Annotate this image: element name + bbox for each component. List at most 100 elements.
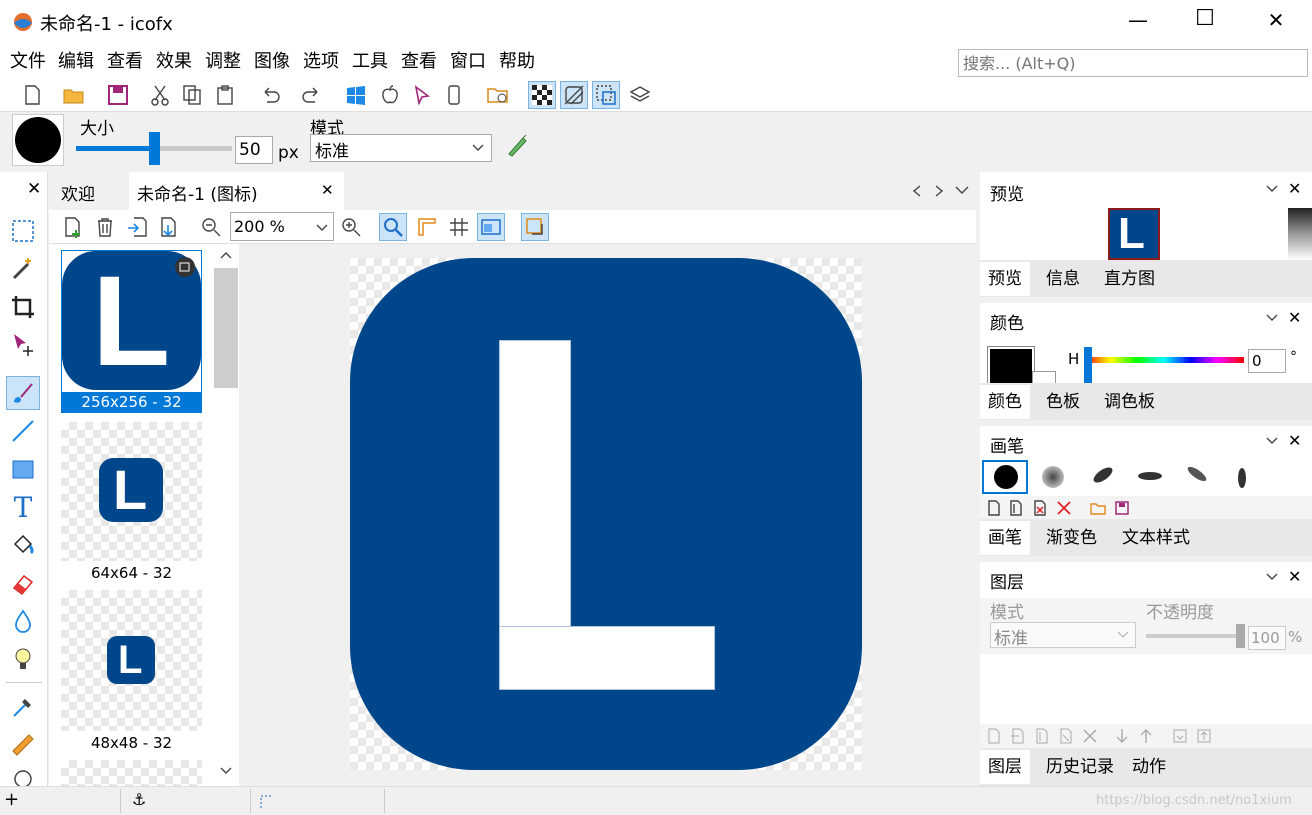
brush-preset-vertical[interactable]	[1238, 468, 1246, 488]
layer-mode-select[interactable]: 标准	[990, 622, 1136, 649]
thumbnail-scrollbar[interactable]	[212, 244, 239, 786]
import-layer-icon[interactable]	[1010, 728, 1026, 744]
hue-input[interactable]	[1248, 349, 1286, 373]
brush-tool-icon[interactable]	[6, 376, 40, 410]
hue-slider[interactable]	[1084, 357, 1244, 363]
layer-properties-icon[interactable]	[1172, 728, 1188, 744]
magic-wand-tool-icon[interactable]	[6, 252, 40, 286]
move-tool-icon[interactable]	[6, 328, 40, 362]
size-input[interactable]	[235, 136, 273, 164]
eraser-tool-icon[interactable]	[6, 566, 40, 600]
preview-collapse-icon[interactable]	[1265, 184, 1279, 194]
delete-layer-icon[interactable]	[1082, 728, 1098, 744]
apple-icon[interactable]	[376, 81, 404, 109]
delete-brush-file-icon[interactable]	[1032, 500, 1048, 516]
tab-scroll-left-icon[interactable]	[911, 184, 923, 198]
tab-preview[interactable]: 预览	[980, 262, 1030, 296]
delete-image-icon[interactable]	[91, 213, 119, 241]
save-icon[interactable]	[104, 81, 132, 109]
toolpanel-close-icon[interactable]: ✕	[27, 179, 41, 199]
tab-history[interactable]: 历史记录	[1038, 750, 1122, 784]
primary-color-swatch[interactable]	[987, 346, 1035, 386]
tab-welcome[interactable]: 欢迎	[61, 180, 95, 205]
add-image-icon[interactable]	[59, 213, 87, 241]
tab-text-style[interactable]: 文本样式	[1114, 521, 1198, 555]
paint-bucket-tool-icon[interactable]	[6, 528, 40, 562]
close-button[interactable]: ✕	[1264, 8, 1288, 32]
dodge-burn-tool-icon[interactable]	[6, 642, 40, 676]
canvas-size-icon[interactable]	[521, 213, 549, 241]
checkerboard-icon[interactable]	[528, 81, 556, 109]
thumbnail-48[interactable]: L	[61, 590, 202, 731]
line-tool-icon[interactable]	[6, 414, 40, 448]
crop-tool-icon[interactable]	[6, 290, 40, 324]
zoom-select[interactable]: 200 %	[230, 212, 334, 241]
tab-close-icon[interactable]: ✕	[321, 181, 334, 199]
tab-actions[interactable]: 动作	[1124, 750, 1174, 784]
new-layer-icon[interactable]	[986, 728, 1002, 744]
tab-list-chevron-icon[interactable]	[954, 185, 970, 197]
menu-view-2[interactable]: 查看	[401, 50, 437, 74]
redo-icon[interactable]	[298, 81, 326, 109]
menu-window[interactable]: 窗口	[450, 50, 486, 74]
scroll-up-icon[interactable]	[219, 250, 233, 260]
menu-help[interactable]: 帮助	[499, 50, 535, 74]
menu-adjust[interactable]: 调整	[205, 50, 241, 74]
brush-close-icon[interactable]: ✕	[1288, 431, 1301, 450]
layer-up-icon[interactable]	[1138, 728, 1154, 744]
ellipse-tool-icon[interactable]	[6, 766, 40, 786]
new-file-icon[interactable]	[18, 81, 46, 109]
tab-layers[interactable]: 图层	[980, 750, 1030, 784]
tab-info[interactable]: 信息	[1038, 262, 1088, 296]
tab-palette[interactable]: 调色板	[1096, 385, 1163, 419]
tab-histogram[interactable]: 直方图	[1096, 262, 1163, 296]
opacity-slider-thumb[interactable]	[1236, 624, 1245, 648]
scroll-down-icon[interactable]	[219, 766, 233, 776]
flatten-layers-icon[interactable]	[1196, 728, 1212, 744]
thumbnail-next[interactable]	[61, 760, 202, 786]
minimize-button[interactable]: —	[1126, 8, 1150, 32]
remove-brush-icon[interactable]	[1056, 500, 1072, 516]
windows-icon[interactable]	[342, 81, 370, 109]
copy-icon[interactable]	[178, 81, 206, 109]
eyedropper-tool-icon[interactable]	[6, 690, 40, 724]
tab-color[interactable]: 颜色	[980, 385, 1030, 419]
menu-edit[interactable]: 编辑	[58, 50, 94, 74]
layers-close-icon[interactable]: ✕	[1288, 567, 1301, 586]
undo-icon[interactable]	[256, 81, 284, 109]
duplicate-brush-icon[interactable]	[1008, 500, 1024, 516]
menu-file[interactable]: 文件	[10, 50, 46, 74]
opacity-input[interactable]	[1248, 626, 1286, 650]
layer-list[interactable]	[980, 654, 1312, 724]
menu-tools[interactable]: 工具	[352, 50, 388, 74]
brush-preset-angled-1[interactable]	[1091, 464, 1115, 486]
zoom-in-icon[interactable]	[337, 213, 365, 241]
hue-slider-thumb[interactable]	[1084, 347, 1092, 385]
open-folder-icon[interactable]	[60, 81, 88, 109]
zoom-out-icon[interactable]	[197, 213, 225, 241]
layers-collapse-icon[interactable]	[1265, 572, 1279, 582]
menu-image[interactable]: 图像	[254, 50, 290, 74]
thumbnail-256[interactable]: L 256x256 - 32	[61, 250, 202, 413]
hide-background-icon[interactable]	[560, 81, 588, 109]
paste-icon[interactable]	[212, 81, 240, 109]
preview-background-swatch[interactable]	[1288, 208, 1312, 260]
menu-options[interactable]: 选项	[303, 50, 339, 74]
brush-preset-flat[interactable]	[1138, 472, 1162, 480]
grid-icon[interactable]	[445, 213, 473, 241]
ruler-tool-icon[interactable]	[6, 728, 40, 762]
rectangle-tool-icon[interactable]	[6, 452, 40, 486]
selection-mode-icon[interactable]	[592, 81, 620, 109]
cursor-icon[interactable]	[408, 81, 436, 109]
size-slider-thumb[interactable]	[149, 132, 160, 165]
preview-close-icon[interactable]: ✕	[1288, 179, 1301, 198]
layers-icon[interactable]	[626, 81, 654, 109]
size-slider[interactable]	[76, 132, 232, 165]
open-brush-folder-icon[interactable]	[1090, 500, 1106, 516]
blur-drop-tool-icon[interactable]	[6, 604, 40, 638]
open-recent-icon[interactable]	[484, 81, 512, 109]
text-tool-icon[interactable]: T	[6, 490, 40, 524]
mode-select[interactable]: 标准	[310, 134, 492, 162]
thumbnail-64[interactable]: L	[61, 422, 202, 561]
color-close-icon[interactable]: ✕	[1288, 308, 1301, 327]
